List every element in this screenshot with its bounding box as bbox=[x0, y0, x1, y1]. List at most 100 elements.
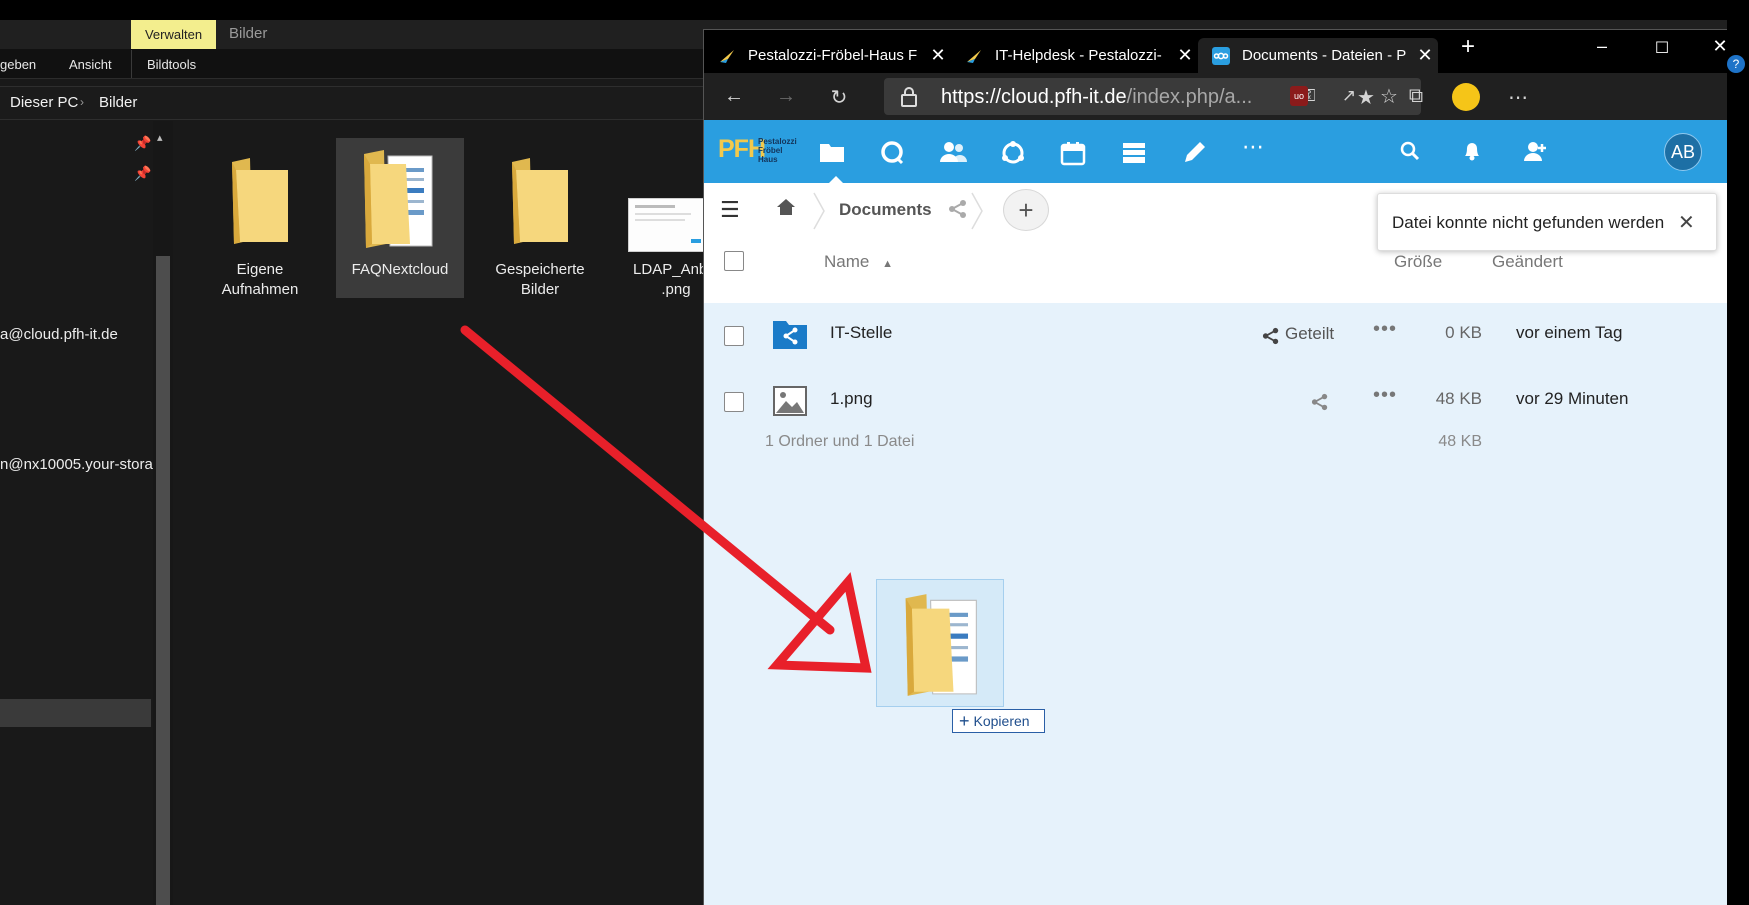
ublock-icon[interactable]: uo bbox=[1290, 86, 1308, 106]
nav-scrollbar-thumb[interactable] bbox=[156, 256, 170, 905]
drag-preview bbox=[876, 579, 1004, 707]
notes-app-icon[interactable] bbox=[1181, 140, 1209, 166]
pfh-logo[interactable]: PFH Pestalozzi Fröbel Haus bbox=[718, 134, 808, 170]
files-summary: 1 Ordner und 1 Datei bbox=[765, 433, 915, 450]
scroll-up-icon[interactable]: ▴ bbox=[157, 131, 163, 144]
forward-icon[interactable]: → bbox=[772, 85, 800, 108]
column-modified-header[interactable]: Geändert bbox=[1492, 252, 1563, 272]
close-icon[interactable]: ✕ bbox=[1172, 45, 1198, 66]
ribbon-divider bbox=[131, 50, 132, 78]
maximize-icon[interactable]: ☐ bbox=[1642, 38, 1682, 58]
more-menu-icon[interactable]: ⋯ bbox=[1504, 85, 1532, 110]
file-name[interactable]: IT-Stelle bbox=[830, 323, 892, 343]
calendar-app-icon[interactable] bbox=[1060, 140, 1088, 166]
files-app-icon[interactable] bbox=[818, 140, 846, 184]
column-size-header[interactable]: Größe bbox=[1394, 252, 1442, 272]
nav-item-selected[interactable] bbox=[0, 699, 151, 727]
lock-icon[interactable] bbox=[900, 87, 918, 107]
copy-badge: + Kopieren bbox=[952, 709, 1045, 733]
file-label: Gespeicherte Bilder bbox=[495, 261, 585, 298]
table-row[interactable]: IT-Stelle Geteilt ••• 0 KB vor einem Tag bbox=[704, 303, 1728, 369]
user-avatar[interactable]: AB bbox=[1664, 133, 1702, 171]
folder-icon bbox=[512, 158, 568, 244]
browser-toolbar: ← → ↻ https://cloud.pfh-it.de/index.php/… bbox=[704, 73, 1728, 120]
search-icon[interactable] bbox=[1399, 140, 1427, 166]
share-icon[interactable] bbox=[1311, 393, 1329, 411]
window-title: Bilder bbox=[229, 25, 268, 42]
url-text[interactable]: https://cloud.pfh-it.de/index.php/a... bbox=[941, 86, 1252, 109]
column-name-label: Name bbox=[824, 252, 870, 271]
notifications-bell-icon[interactable] bbox=[1462, 140, 1490, 166]
file-modified: vor einem Tag bbox=[1516, 323, 1623, 342]
image-file-icon bbox=[773, 386, 807, 416]
nav-item-cloud-account[interactable]: a@cloud.pfh-it.de bbox=[0, 326, 118, 343]
files-list-area: ☰ Documents + Name ▲ Größe Geändert Date… bbox=[704, 183, 1728, 905]
talk-app-icon[interactable] bbox=[878, 140, 906, 166]
row-checkbox[interactable] bbox=[724, 392, 744, 412]
breadcrumb-dieser-pc[interactable]: Dieser PC bbox=[10, 94, 78, 111]
files-header: ☰ Documents + Name ▲ Größe Geändert Date… bbox=[704, 183, 1728, 303]
breadcrumb-bilder[interactable]: Bilder bbox=[99, 94, 137, 111]
tab-verwalten[interactable]: Verwalten bbox=[131, 20, 216, 49]
screen-edge bbox=[1727, 0, 1749, 905]
shared-folder-icon bbox=[773, 321, 807, 349]
folder-gespeicherte-bilder[interactable]: Gespeicherte Bilder bbox=[476, 138, 604, 298]
ribbon-tab-freigeben[interactable]: geben bbox=[0, 57, 36, 72]
nav-item-storage-account[interactable]: n@nx10005.your-storag bbox=[0, 456, 161, 473]
folder-faqnextcloud[interactable]: FAQNextcloud bbox=[336, 138, 464, 298]
profile-icon[interactable] bbox=[1452, 83, 1480, 111]
breadcrumb-separator-icon bbox=[971, 192, 983, 230]
plus-icon: + bbox=[959, 711, 970, 731]
pin-icon[interactable]: 📌 bbox=[134, 135, 151, 152]
row-checkbox[interactable] bbox=[724, 326, 744, 346]
favorites-list-icon[interactable]: ★ bbox=[1352, 85, 1380, 110]
image-thumbnail bbox=[628, 198, 704, 252]
pfh-bird-icon bbox=[967, 49, 981, 63]
minimize-icon[interactable]: – bbox=[1582, 36, 1622, 57]
nextcloud-icon bbox=[1212, 46, 1230, 65]
contacts-app-icon[interactable] bbox=[938, 140, 967, 166]
address-bar[interactable]: https://cloud.pfh-it.de/index.php/a... ⚿… bbox=[884, 78, 1421, 115]
browser-tab-helpdesk[interactable]: IT-Helpdesk - Pestalozzi- ✕ bbox=[951, 38, 1198, 73]
deck-app-icon[interactable] bbox=[1121, 140, 1149, 166]
copy-label: Kopieren bbox=[973, 713, 1030, 729]
share-icon[interactable] bbox=[948, 199, 968, 219]
browser-tab-documents[interactable]: Documents - Dateien - P ✕ bbox=[1198, 38, 1438, 73]
file-name[interactable]: 1.png bbox=[830, 389, 873, 409]
shared-label[interactable]: Geteilt bbox=[1285, 324, 1334, 344]
new-tab-icon[interactable]: + bbox=[1448, 33, 1488, 61]
contacts-menu-icon[interactable] bbox=[1523, 140, 1551, 166]
activity-app-icon[interactable] bbox=[999, 140, 1027, 166]
share-icon[interactable] bbox=[1262, 327, 1280, 345]
more-apps-icon[interactable]: ⋯ bbox=[1242, 134, 1270, 160]
select-all-checkbox[interactable] bbox=[724, 251, 744, 271]
chevron-right-icon: › bbox=[80, 95, 84, 109]
hamburger-menu-icon[interactable]: ☰ bbox=[720, 197, 740, 223]
folder-eigene-aufnahmen[interactable]: Eigene Aufnahmen bbox=[196, 138, 324, 298]
browser-tab-pfh[interactable]: Pestalozzi-Fröbel-Haus F ✕ bbox=[704, 38, 951, 73]
file-size: 0 KB bbox=[1445, 323, 1482, 342]
ribbon-tab-bildtools[interactable]: Bildtools bbox=[147, 57, 196, 72]
nextcloud-header: PFH Pestalozzi Fröbel Haus ⋯ AB bbox=[704, 120, 1728, 184]
close-icon[interactable]: ✕ bbox=[1678, 210, 1695, 235]
column-name-header[interactable]: Name ▲ bbox=[824, 252, 893, 272]
url-prefix: https:// bbox=[941, 86, 1002, 108]
file-label: LDAP_Anbin .png bbox=[633, 261, 703, 298]
pin-icon[interactable]: 📌 bbox=[134, 165, 151, 182]
breadcrumb-separator-icon bbox=[813, 192, 825, 230]
tab-bar: Pestalozzi-Fröbel-Haus F ✕ IT-Helpdesk -… bbox=[704, 30, 1728, 73]
file-label: Eigene Aufnahmen bbox=[221, 261, 299, 298]
close-icon[interactable]: ✕ bbox=[1412, 45, 1438, 66]
collections-icon[interactable]: ⧉ bbox=[1402, 85, 1430, 108]
home-icon[interactable] bbox=[776, 197, 796, 217]
breadcrumb-documents[interactable]: Documents bbox=[839, 200, 932, 220]
toast-message: Datei konnte nicht gefunden werden bbox=[1392, 213, 1665, 232]
help-icon[interactable]: ? bbox=[1727, 55, 1745, 73]
ribbon-tab-ansicht[interactable]: Ansicht bbox=[69, 57, 112, 72]
close-icon[interactable]: ✕ bbox=[925, 45, 951, 66]
logo-subtitle: Pestalozzi Fröbel Haus bbox=[758, 137, 797, 164]
new-file-button[interactable]: + bbox=[1003, 189, 1049, 231]
table-row[interactable]: 1.png ••• 48 KB vor 29 Minuten bbox=[704, 369, 1728, 435]
back-icon[interactable]: ← bbox=[720, 85, 748, 108]
refresh-icon[interactable]: ↻ bbox=[825, 85, 853, 110]
